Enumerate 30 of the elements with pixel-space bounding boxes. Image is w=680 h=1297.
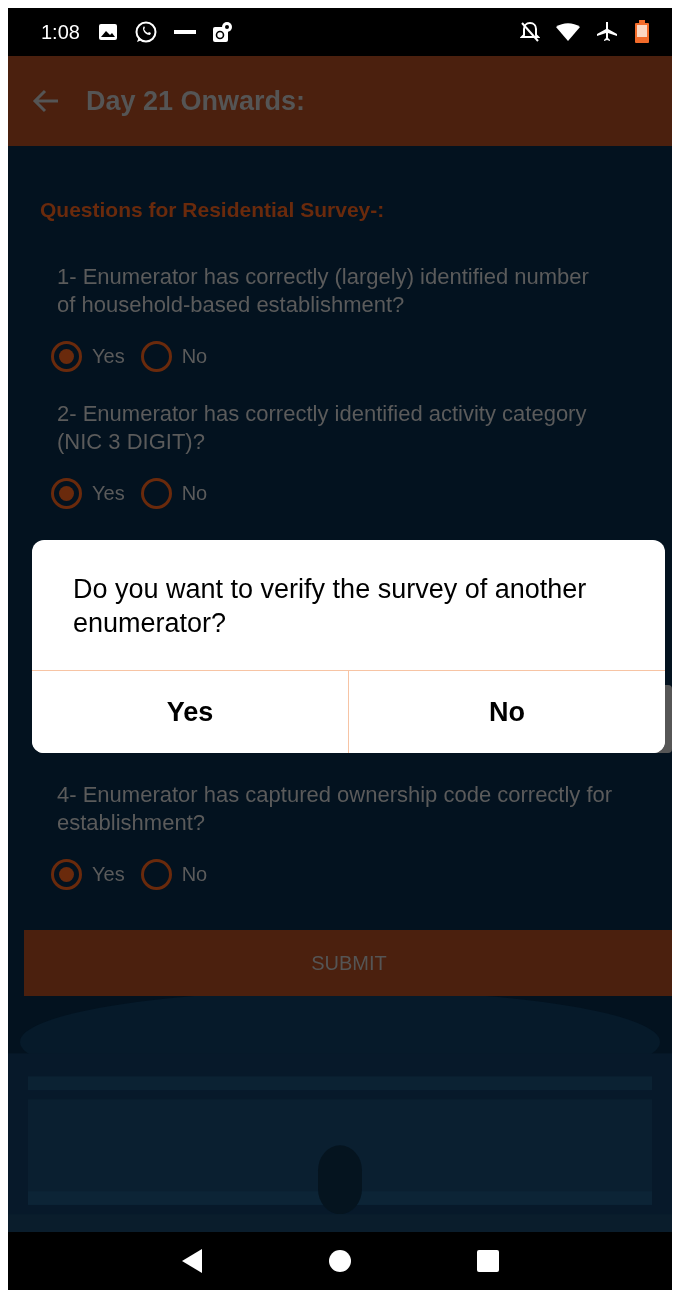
radio-button[interactable] (140, 340, 172, 372)
back-arrow-icon[interactable] (32, 89, 60, 113)
option-label: No (181, 862, 208, 887)
question-text: 2- Enumerator has correctly identified activity category (NIC 3 DIGIT)? (57, 399, 588, 456)
clock-time: 1:08 (41, 20, 80, 45)
screen-title: Day 21 Onwards: (86, 84, 306, 118)
back-icon[interactable] (180, 1248, 204, 1274)
option-label: Yes (92, 862, 125, 887)
radio-button[interactable] (51, 340, 82, 372)
chat-icon (133, 20, 158, 44)
radio-button[interactable] (51, 477, 82, 509)
muted-bell-icon (520, 21, 540, 43)
battery-icon (634, 20, 650, 44)
dialog-button[interactable]: No (348, 671, 665, 753)
dialog-message: Do you want to verify the survey of another enumerator? (72, 573, 588, 640)
option-label: Yes (92, 344, 125, 369)
airplane-icon (596, 21, 618, 43)
radio-button[interactable] (140, 858, 172, 890)
question-text: 4- Enumerator has captured ownership code correctly for establishment? (57, 780, 613, 837)
option-label: Yes (92, 481, 125, 506)
question-text: 1- Enumerator has correctly (largely) identified number of household-based establishment? (57, 262, 590, 319)
section-heading: Questions for Residential Survey-: (40, 197, 386, 223)
option-label: No (181, 344, 208, 369)
radio-button[interactable] (140, 477, 172, 509)
home-icon[interactable] (328, 1249, 352, 1273)
radio-button[interactable] (51, 858, 82, 890)
recents-icon[interactable] (476, 1249, 500, 1273)
option-label: No (181, 481, 208, 506)
wifi-icon (556, 23, 580, 41)
image-icon (97, 23, 118, 41)
